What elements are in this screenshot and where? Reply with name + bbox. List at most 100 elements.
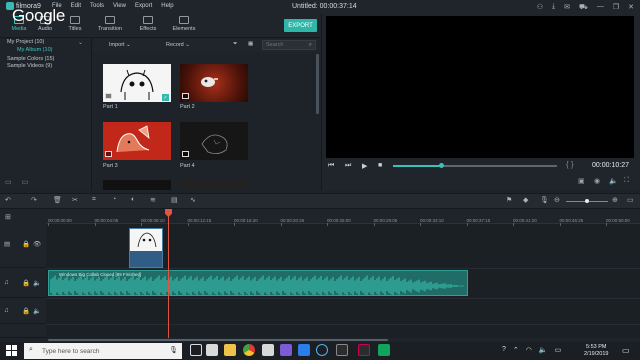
chrome-icon[interactable] [243,344,255,356]
library-my-album[interactable]: My Album (10) [17,47,52,53]
audio-clip[interactable]: Windows Big Collab Closed [89 Finished] [48,270,468,296]
crop-icon[interactable]: ⌗ [92,196,96,204]
record-dropdown[interactable]: Record ⌄ [166,42,190,48]
app-icon[interactable] [206,344,218,356]
playback-handle[interactable] [438,163,444,168]
green-screen-icon[interactable]: ▤ [171,196,178,204]
taskbar-search[interactable]: ⌕ Type here to search 🎙 [24,343,182,359]
media-item-part-2[interactable] [180,64,248,102]
app-icon[interactable] [316,344,328,356]
microphone-icon[interactable]: 🎙 [169,346,178,354]
library-sample-colors[interactable]: Sample Colors (15) [7,56,54,62]
notifications-icon[interactable]: ▭ [622,346,630,355]
voiceover-icon[interactable]: 🎙 [540,196,549,204]
account-icon[interactable]: ⚇ [537,3,543,12]
help-icon[interactable]: ? [502,346,506,354]
folder-icon[interactable]: ▭ [22,178,29,186]
new-folder-icon[interactable]: ▭ [5,178,12,186]
library-my-project[interactable]: My Project (10) [7,39,44,45]
search-input[interactable] [266,42,304,48]
app-icon[interactable] [358,344,370,356]
network-icon[interactable]: ▭ [555,346,562,354]
grid-view-icon[interactable]: ▦ [248,41,253,47]
audio-wave-icon[interactable]: ∿ [190,196,196,204]
wifi-icon[interactable]: ◠ [526,346,532,354]
close-icon[interactable]: ✕ [628,3,634,12]
stop-icon[interactable]: ■ [378,162,382,169]
menu-tools[interactable]: Tools [90,3,104,9]
tab-effects[interactable]: Effects [131,16,165,32]
zoom-handle[interactable] [585,199,589,203]
speaker-icon[interactable]: 🔈 [33,307,41,315]
color-icon[interactable]: ◐ [131,196,135,203]
lock-icon[interactable]: 🔒 [22,307,30,315]
ruler-tick-label: 00:00:41:20 [513,218,537,223]
zoom-out-icon[interactable]: ⊖ [554,196,560,204]
windows-start-icon[interactable] [6,345,17,356]
search-icon[interactable]: ⌕ [309,42,312,49]
speaker-icon[interactable]: 🔈 [539,346,548,354]
delete-icon[interactable]: 🗑 [53,196,62,204]
export-button[interactable]: EXPORT [284,19,317,32]
step-forward-icon[interactable]: ⏭ [345,162,351,170]
media-item-partial[interactable] [103,180,171,190]
split-icon[interactable]: ✂ [72,196,78,204]
mark-in-out-icon[interactable]: { } [566,160,574,169]
zoom-in-icon[interactable]: ⊕ [612,196,618,204]
library-sample-videos[interactable]: Sample Videos (9) [7,63,52,69]
speaker-icon[interactable]: 🔈 [33,279,41,287]
fullscreen-icon[interactable]: ⛶ [624,177,629,185]
speed-icon[interactable]: ◔ [112,196,116,203]
snapshot-icon[interactable]: ◉ [594,177,600,185]
add-track-icon[interactable]: ⊞ [5,213,11,221]
menu-export[interactable]: Export [135,3,152,9]
play-icon[interactable]: ▶ [362,162,367,170]
filter-icon[interactable]: ⏷ [233,41,237,48]
app-icon[interactable] [336,344,348,356]
tab-elements[interactable]: Elements [167,16,201,32]
audio-mixer-icon[interactable]: ≋ [150,196,156,204]
chevron-down-icon[interactable]: ⌄ [78,39,83,46]
lock-icon[interactable]: 🔒 [22,240,30,248]
mail-icon[interactable]: ✉ [564,3,570,12]
media-item-part-3[interactable] [103,122,171,160]
undo-icon[interactable]: ↶ [5,196,11,204]
import-dropdown[interactable]: Import ⌄ [109,42,131,48]
track-header-empty [0,324,46,338]
redo-icon[interactable]: ↷ [31,196,37,204]
system-clock[interactable]: 5:53 PM 2/19/2019 [584,344,608,358]
media-scrollbar[interactable] [316,54,319,114]
file-explorer-icon[interactable] [224,344,236,356]
filmora-taskbar-icon[interactable] [378,344,390,356]
ruler-tick-label: 00:00:37:15 [466,218,491,223]
chevron-up-icon[interactable]: ⌃ [513,346,519,354]
ruler-tick-mark [234,223,235,226]
menu-view[interactable]: View [113,3,126,9]
media-item-partial[interactable] [180,180,248,190]
restore-icon[interactable]: ❐ [613,3,619,12]
tab-transition[interactable]: Transition [93,16,127,32]
marker-icon[interactable]: ◆ [523,196,528,204]
task-view-icon[interactable] [190,344,202,356]
display-settings-icon[interactable]: ▣ [578,177,585,185]
rewind-icon[interactable]: ⏮ [328,162,334,170]
sketch-thumbnail [137,232,157,248]
track-divider [46,268,640,269]
lock-icon[interactable]: 🔒 [22,279,30,287]
minimize-icon[interactable]: — [597,3,604,12]
paint-icon[interactable] [262,344,274,356]
zoom-fit-icon[interactable]: ▭ [627,196,634,204]
eye-icon[interactable]: 👁 [33,240,41,248]
video-clip[interactable] [129,228,163,268]
timeline-scroll-thumb[interactable] [48,339,388,341]
media-item-part-4[interactable] [180,122,248,160]
download-icon[interactable]: ⤓ [552,3,555,12]
volume-icon[interactable]: 🔈 [609,177,618,185]
cart-icon[interactable]: ⛟ [579,3,588,12]
menu-help[interactable]: Help [161,3,173,9]
app-icon[interactable] [280,344,292,356]
render-icon[interactable]: ⚑ [506,196,512,204]
dropbox-icon[interactable] [298,344,310,356]
media-item-part-1[interactable] [103,64,171,102]
menu-edit[interactable]: Edit [71,3,81,9]
